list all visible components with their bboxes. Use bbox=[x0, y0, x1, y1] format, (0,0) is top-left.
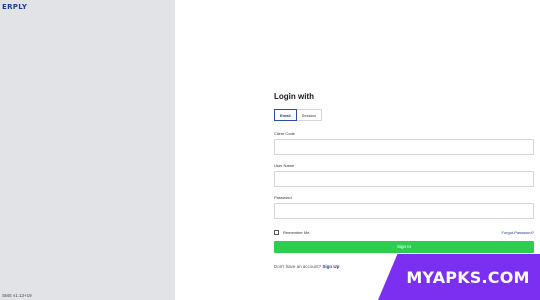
tab-session[interactable]: Session bbox=[296, 109, 322, 121]
login-form: Login with Email Session Client Code Use… bbox=[274, 92, 534, 269]
username-label: User Name bbox=[274, 163, 295, 168]
version-label: SMS v1.13+19 bbox=[2, 293, 32, 298]
login-method-tabs: Email Session bbox=[274, 109, 534, 121]
remember-row: Remember Me Forgot Password? bbox=[274, 228, 534, 236]
password-input[interactable] bbox=[274, 203, 534, 219]
remember-label: Remember Me bbox=[283, 229, 310, 235]
signup-prompt: Don't have an account? bbox=[274, 264, 323, 269]
sign-in-button[interactable]: Sign In bbox=[274, 241, 534, 253]
erply-logo: ERPLY bbox=[2, 3, 28, 11]
sign-up-link[interactable]: Sign Up bbox=[322, 264, 339, 269]
watermark-text: MYAPKS.COM bbox=[406, 267, 530, 287]
remember-checkbox[interactable] bbox=[274, 229, 279, 235]
client-code-label: Client Code bbox=[274, 131, 295, 136]
watermark-banner: MYAPKS.COM bbox=[378, 254, 540, 300]
left-panel: ERPLY SMS v1.13+19 bbox=[0, 0, 175, 300]
password-label: Password bbox=[274, 195, 292, 200]
client-code-input[interactable] bbox=[274, 139, 534, 155]
remember-me[interactable]: Remember Me bbox=[274, 229, 310, 235]
login-title: Login with bbox=[274, 92, 314, 101]
tab-email[interactable]: Email bbox=[274, 109, 297, 121]
username-input[interactable] bbox=[274, 171, 534, 187]
forgot-password-link[interactable]: Forgot Password? bbox=[502, 230, 534, 235]
